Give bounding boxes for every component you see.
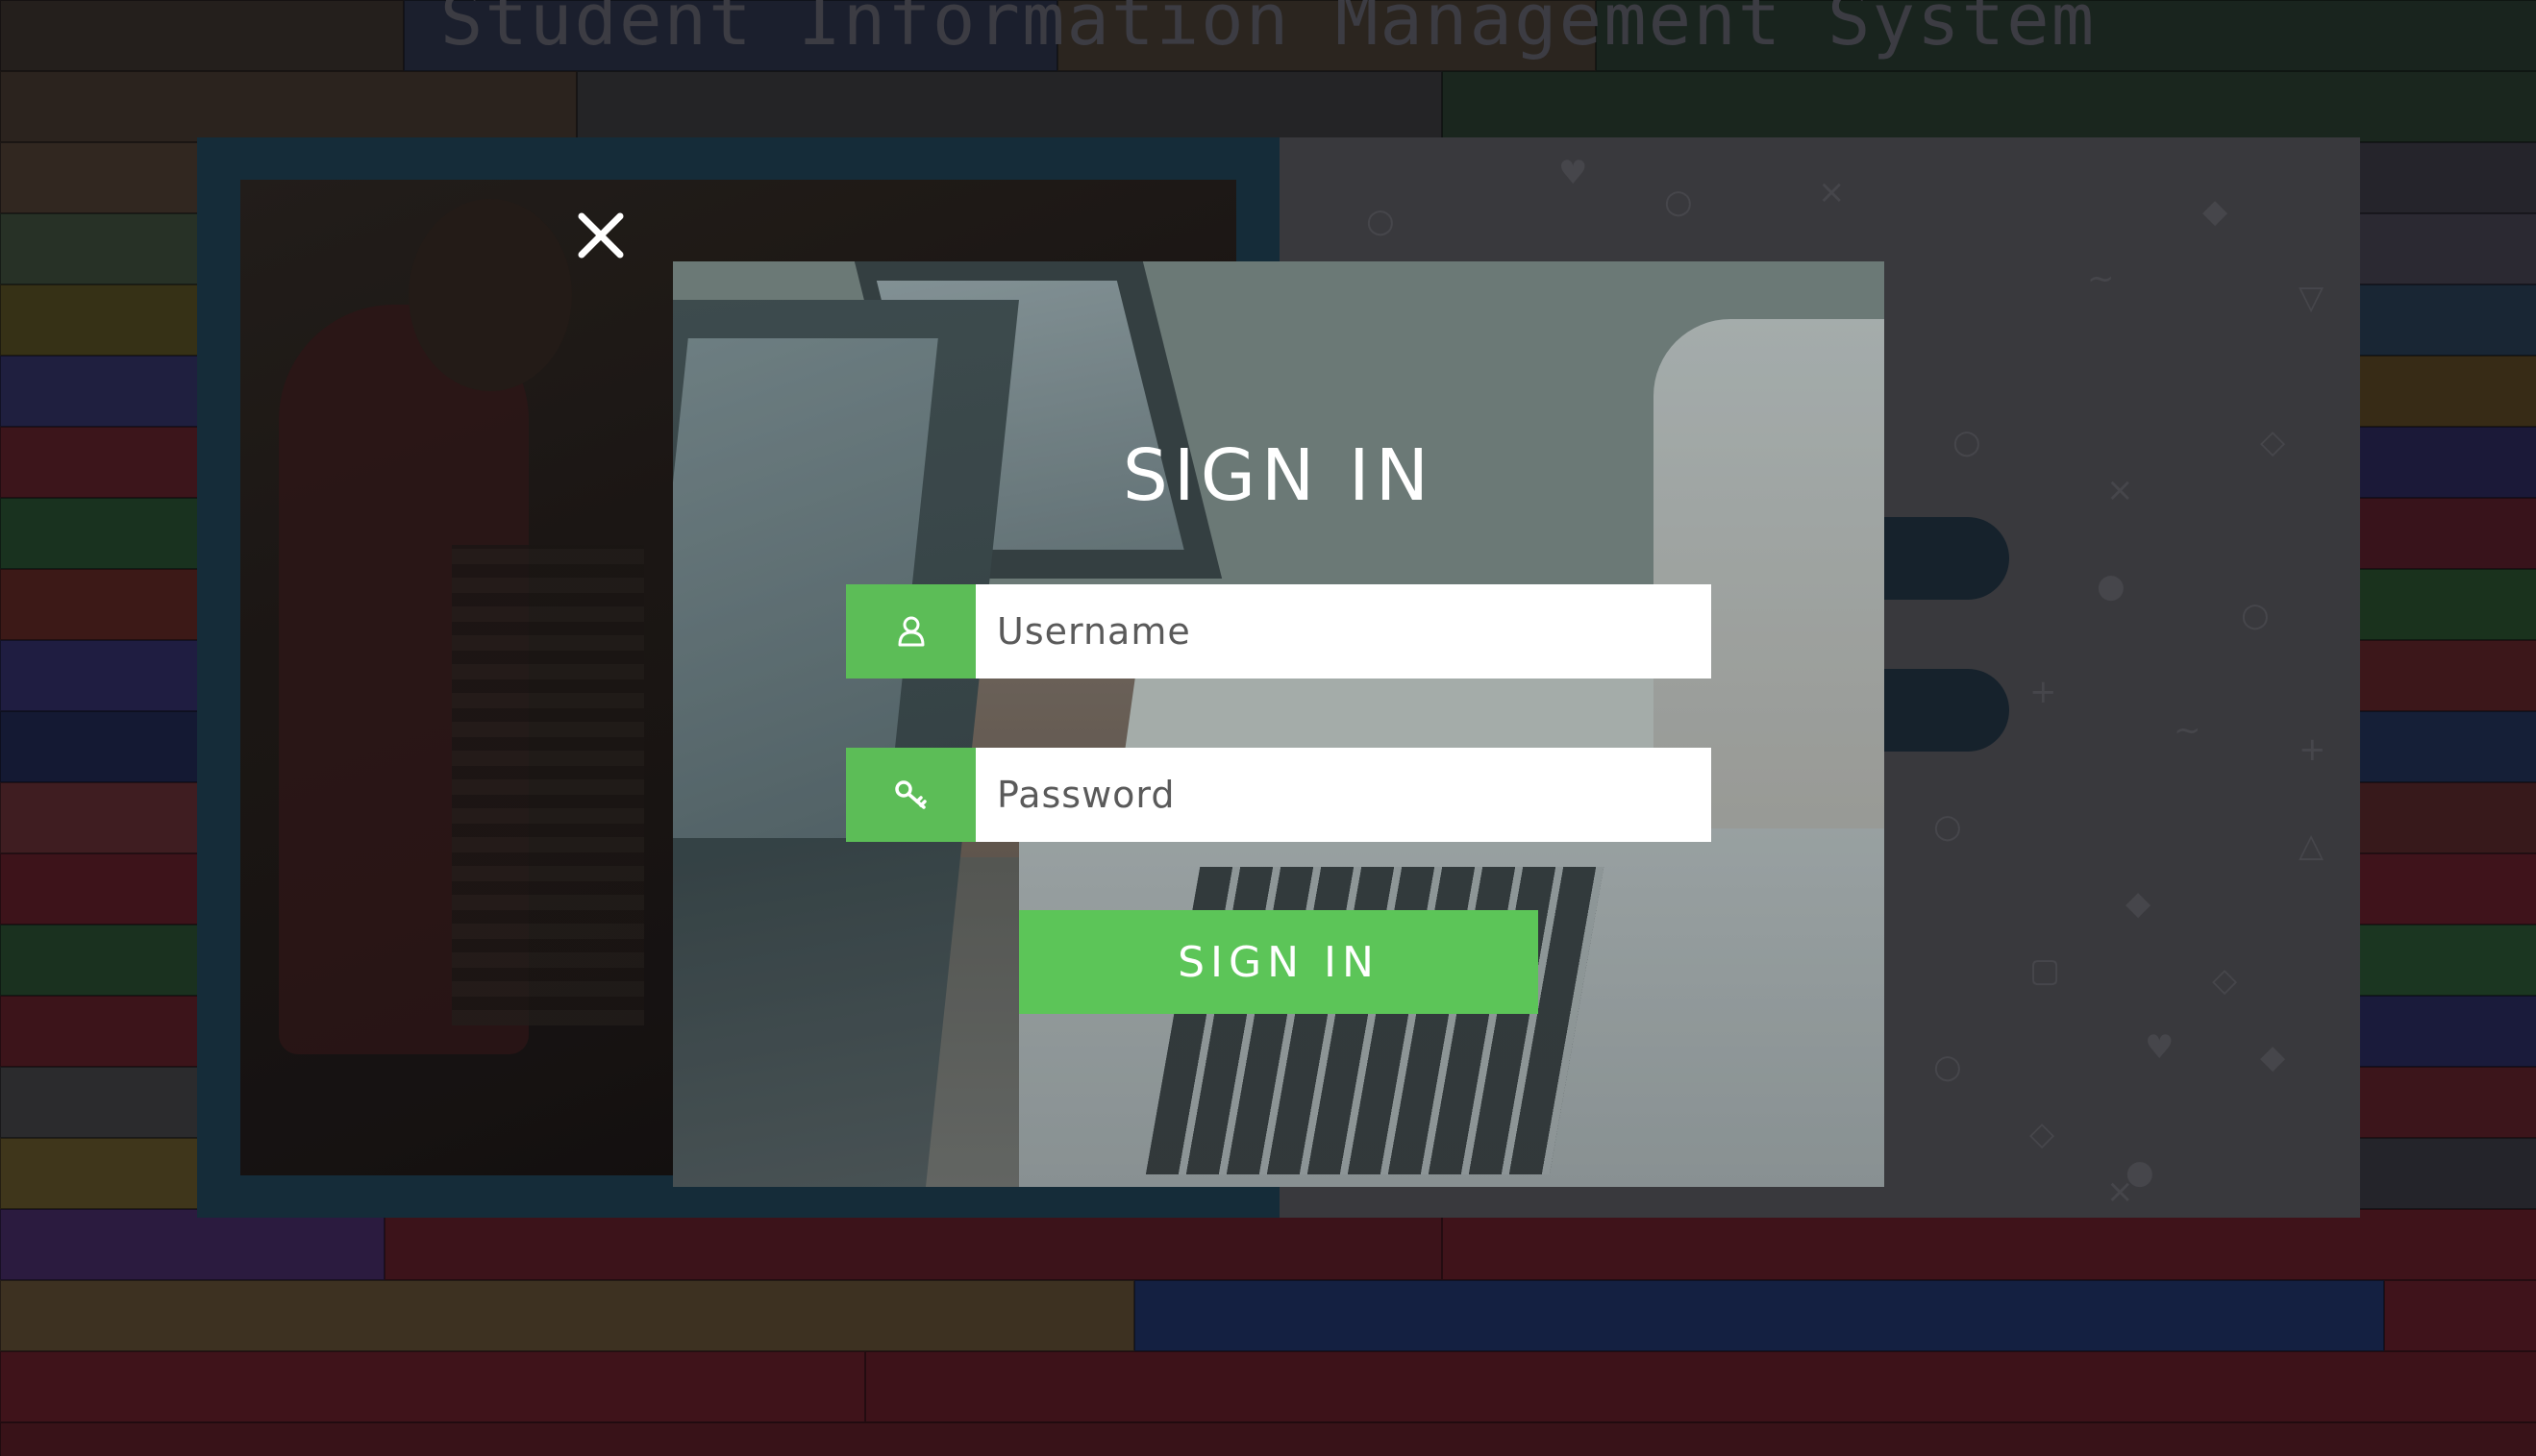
username-input[interactable] <box>976 584 1711 679</box>
sign-in-modal: SIGN IN SIGN IN <box>673 261 1884 1187</box>
username-field <box>846 584 1711 679</box>
username-icon-box <box>846 584 976 679</box>
user-icon <box>898 616 924 647</box>
password-field <box>846 748 1711 842</box>
sign-in-button[interactable]: SIGN IN <box>1019 910 1538 1014</box>
close-button[interactable] <box>572 207 630 264</box>
close-icon <box>578 212 624 259</box>
password-icon-box <box>846 748 976 842</box>
modal-title: SIGN IN <box>1122 434 1435 517</box>
password-input[interactable] <box>976 748 1711 842</box>
key-icon <box>894 780 927 809</box>
